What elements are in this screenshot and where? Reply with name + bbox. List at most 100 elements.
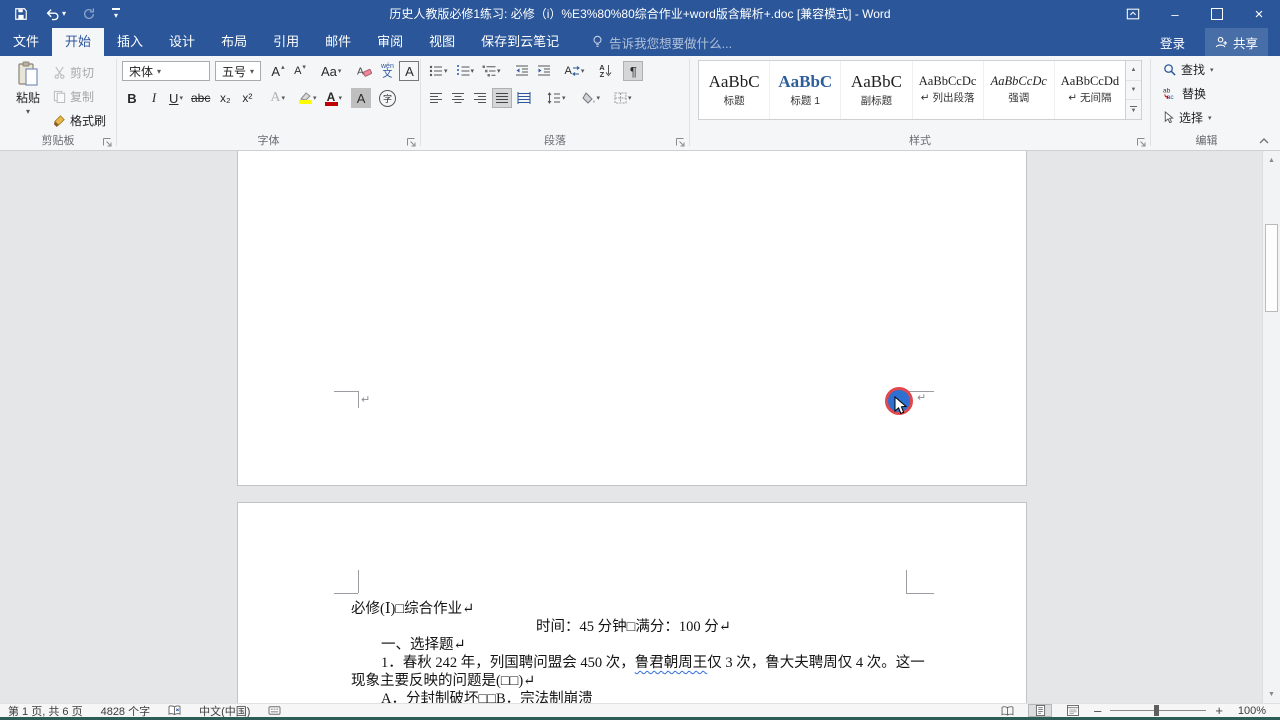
style-title[interactable]: AaBbC 标题 — [699, 61, 770, 119]
style-subtitle[interactable]: AaBbC 副标题 — [841, 61, 912, 119]
tab-home[interactable]: 开始 — [52, 28, 104, 56]
align-right-button[interactable] — [470, 88, 490, 108]
zoom-in-button[interactable]: + — [1215, 704, 1223, 717]
style-list-paragraph[interactable]: AaBbCcDc ↵ 列出段落 — [913, 61, 984, 119]
scroll-up-button[interactable]: ▲ — [1263, 151, 1280, 169]
align-left-button[interactable] — [426, 88, 446, 108]
bullets-button[interactable]: ▾ — [426, 61, 451, 81]
borders-button[interactable]: ▾ — [611, 88, 635, 108]
tab-layout[interactable]: 布局 — [208, 28, 260, 56]
collapse-ribbon-button[interactable] — [1258, 133, 1272, 145]
tell-me-search[interactable]: 告诉我您想要做什么... — [592, 28, 732, 56]
clear-formatting-button[interactable]: A — [354, 61, 375, 81]
style-heading-1[interactable]: AaBbC 标题 1 — [770, 61, 841, 119]
paste-button[interactable]: 粘贴 ▾ — [8, 61, 48, 133]
font-color-button[interactable]: A ▾ — [322, 88, 346, 108]
customize-qat-button[interactable]: ▾ — [112, 4, 120, 24]
copy-button[interactable]: 复制 — [50, 86, 109, 107]
style-no-spacing[interactable]: AaBbCcDd ↵ 无间隔 — [1055, 61, 1125, 119]
multilevel-list-button[interactable]: ▾ — [479, 61, 504, 81]
close-button[interactable]: × — [1238, 0, 1280, 28]
scrollbar-thumb[interactable] — [1265, 224, 1278, 312]
zoom-slider-knob[interactable] — [1154, 705, 1159, 716]
page-2[interactable]: 必修(Ⅰ)□综合作业↵ 时间：45 分钟□满分：100 分↵ 一、选择题↵ 1．… — [237, 502, 1027, 703]
styles-dialog-launcher[interactable] — [1136, 135, 1147, 146]
font-name-combobox[interactable]: 宋体 — [122, 61, 210, 81]
document-canvas[interactable]: ↵ ↵ 必修(Ⅰ)□综合作业↵ 时间：45 分钟□满分：100 分↵ 一、选择题… — [0, 151, 1262, 703]
cut-button[interactable]: 剪切 — [50, 62, 109, 83]
font-size-combobox[interactable]: 五号 — [215, 61, 261, 81]
spellcheck-underlined-text: 鲁君朝周王 — [635, 655, 708, 671]
shrink-font-button[interactable]: A▾ — [290, 61, 310, 81]
zoom-out-button[interactable]: – — [1094, 704, 1101, 717]
asian-layout-button[interactable]: A ▾ — [562, 61, 588, 81]
italic-button[interactable]: I — [144, 88, 164, 108]
replace-button[interactable]: abac 替换 — [1163, 83, 1262, 104]
subscript-button[interactable]: x₂ — [215, 88, 235, 108]
select-button[interactable]: 选择 ▾ — [1163, 107, 1262, 128]
decrease-indent-button[interactable] — [512, 61, 532, 81]
vertical-scrollbar[interactable]: ▲ ▼ — [1262, 151, 1280, 703]
styles-gallery-scroll: ▲ ▼ ▼ — [1126, 60, 1142, 120]
zoom-slider[interactable] — [1110, 705, 1206, 716]
tab-view[interactable]: 视图 — [416, 28, 468, 56]
print-layout-button[interactable] — [1028, 704, 1052, 717]
clipboard-dialog-launcher[interactable] — [102, 135, 113, 146]
increase-indent-button[interactable] — [534, 61, 554, 81]
tab-design[interactable]: 设计 — [156, 28, 208, 56]
editing-group: 查找 ▾ abac 替换 选择 ▾ 编辑 — [1151, 56, 1262, 150]
find-button[interactable]: 查找 ▾ — [1163, 59, 1262, 80]
proofing-status-button[interactable] — [168, 705, 181, 716]
tab-mailings[interactable]: 邮件 — [312, 28, 364, 56]
question-text-post: 仅 3 次，鲁大夫聘周仅 4 次。这一 — [707, 655, 925, 671]
strikethrough-button[interactable]: abc — [188, 88, 213, 108]
share-button[interactable]: 共享 — [1205, 28, 1268, 56]
font-dialog-launcher[interactable] — [406, 135, 417, 146]
scroll-down-button[interactable]: ▼ — [1263, 685, 1280, 703]
sign-in-button[interactable]: 登录 — [1160, 33, 1185, 52]
tab-references[interactable]: 引用 — [260, 28, 312, 56]
numbering-button[interactable]: ▾ — [453, 61, 478, 81]
change-case-button[interactable]: Aa▾ — [318, 61, 344, 81]
superscript-button[interactable]: x² — [237, 88, 257, 108]
input-mode-button[interactable] — [268, 705, 281, 716]
grow-font-button[interactable]: A▴ — [268, 61, 288, 81]
text-effects-button[interactable]: A▾ — [267, 88, 288, 108]
tab-save-to-cloud-notes[interactable]: 保存到云笔记 — [468, 28, 572, 56]
read-mode-button[interactable] — [995, 704, 1019, 717]
format-painter-button[interactable]: 格式刷 — [50, 110, 109, 131]
phonetic-guide-button[interactable]: wén文 — [377, 61, 397, 81]
styles-scroll-down-button[interactable]: ▼ — [1126, 81, 1141, 101]
tab-file[interactable]: 文件 — [0, 28, 52, 56]
justify-button[interactable] — [492, 88, 512, 108]
page-1[interactable]: ↵ ↵ — [237, 151, 1027, 486]
align-center-button[interactable] — [448, 88, 468, 108]
ribbon-display-options-button[interactable] — [1112, 0, 1154, 28]
undo-dropdown-caret[interactable]: ▾ — [62, 10, 66, 18]
enclose-characters-button[interactable]: 字 — [376, 88, 399, 108]
styles-more-button[interactable]: ▼ — [1126, 100, 1141, 119]
web-layout-button[interactable] — [1061, 704, 1085, 717]
maximize-button[interactable] — [1196, 0, 1238, 28]
line-spacing-button[interactable]: ▾ — [544, 88, 569, 108]
character-shading-button[interactable]: A — [351, 88, 371, 108]
zoom-level[interactable]: 100% — [1232, 705, 1266, 717]
styles-scroll-up-button[interactable]: ▲ — [1126, 61, 1141, 81]
shading-button[interactable]: ▾ — [579, 88, 604, 108]
show-formatting-marks-button[interactable]: ¶ — [623, 61, 643, 81]
character-border-button[interactable]: A — [399, 61, 419, 81]
tab-review[interactable]: 审阅 — [364, 28, 416, 56]
sort-button[interactable]: AZ — [595, 61, 615, 81]
underline-button[interactable]: U▾ — [166, 88, 186, 108]
minimize-button[interactable]: – — [1154, 0, 1196, 28]
bold-button[interactable]: B — [122, 88, 142, 108]
paragraph-dialog-launcher[interactable] — [675, 135, 686, 146]
save-button[interactable] — [14, 4, 28, 24]
undo-button[interactable]: ▾ — [44, 4, 66, 24]
tab-insert[interactable]: 插入 — [104, 28, 156, 56]
text-highlight-button[interactable]: ▾ — [296, 88, 320, 108]
style-emphasis[interactable]: AaBbCcDc 强调 — [984, 61, 1055, 119]
redo-button[interactable] — [82, 4, 96, 24]
distribute-button[interactable] — [514, 88, 534, 108]
paste-dropdown-caret[interactable]: ▾ — [26, 108, 30, 116]
